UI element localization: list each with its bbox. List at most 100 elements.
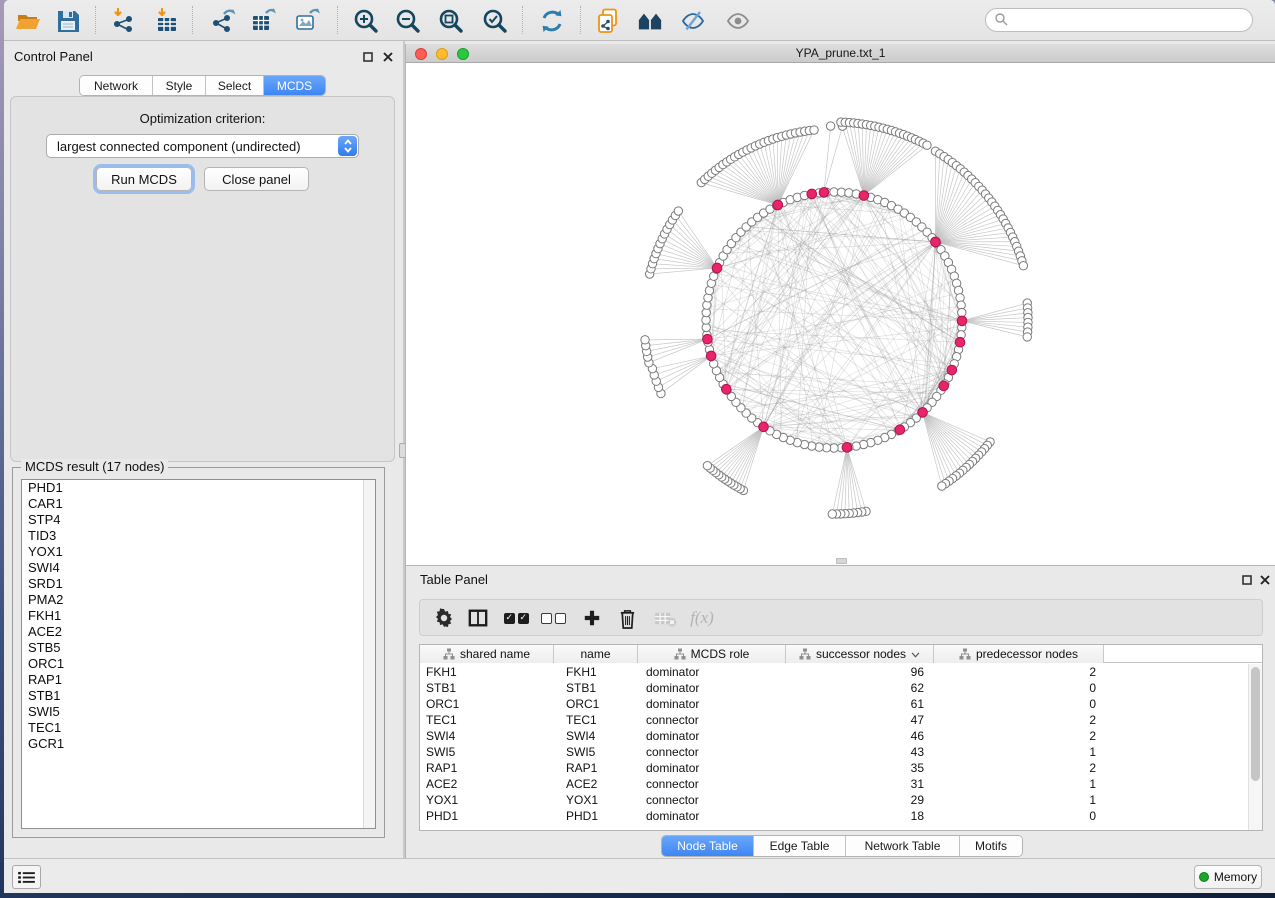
binoculars-icon[interactable] bbox=[635, 6, 665, 36]
open-session-icon[interactable] bbox=[13, 6, 43, 36]
mcds-result-item[interactable]: FKH1 bbox=[22, 608, 375, 624]
mcds-result-item[interactable]: YOX1 bbox=[22, 544, 375, 560]
table-toolbar: f(x) bbox=[419, 599, 1263, 636]
export-image-icon[interactable] bbox=[292, 6, 322, 36]
mcds-result-item[interactable]: PHD1 bbox=[22, 480, 375, 496]
mcds-result-item[interactable]: STB1 bbox=[22, 688, 375, 704]
tab-select[interactable]: Select bbox=[206, 76, 264, 95]
close-panel-button[interactable]: Close panel bbox=[204, 167, 309, 191]
zoom-in-icon[interactable] bbox=[351, 6, 381, 36]
tab-network[interactable]: Network bbox=[80, 76, 153, 95]
task-history-button[interactable] bbox=[12, 865, 41, 889]
search-input[interactable] bbox=[985, 8, 1253, 32]
table-row[interactable]: FKH1FKH1dominator962 bbox=[420, 664, 1248, 680]
optimization-criterion-select[interactable]: largest connected component (undirected) bbox=[46, 134, 359, 158]
show-details-icon[interactable] bbox=[723, 6, 753, 36]
export-table-icon[interactable] bbox=[248, 6, 278, 36]
window-close-icon[interactable] bbox=[415, 48, 427, 60]
table-scrollbar[interactable] bbox=[1248, 664, 1262, 830]
network-window-titlebar[interactable]: YPA_prune.txt_1 bbox=[406, 44, 1275, 63]
table-row[interactable]: ACE2ACE2connector311 bbox=[420, 776, 1248, 792]
close-panel-icon[interactable] bbox=[1258, 573, 1272, 587]
close-panel-icon[interactable] bbox=[381, 50, 395, 64]
mcds-list-scrollbar[interactable] bbox=[363, 480, 375, 828]
mcds-result-item[interactable]: STP4 bbox=[22, 512, 375, 528]
mcds-result-item[interactable]: ORC1 bbox=[22, 656, 375, 672]
mcds-result-item[interactable]: SWI4 bbox=[22, 560, 375, 576]
run-mcds-button[interactable]: Run MCDS bbox=[96, 167, 192, 191]
mcds-result-list[interactable]: PHD1 CAR1 STP4 TID3 YOX1 SWI4 SRD1 PMA2 … bbox=[21, 479, 376, 829]
toggle-column-view-icon[interactable] bbox=[464, 604, 492, 632]
tree-icon bbox=[799, 648, 811, 660]
export-network-icon[interactable] bbox=[208, 6, 238, 36]
zoom-fit-icon[interactable] bbox=[436, 6, 466, 36]
table-row[interactable]: SWI5SWI5connector431 bbox=[420, 744, 1248, 760]
network-window-title: YPA_prune.txt_1 bbox=[796, 46, 886, 60]
tab-mcds[interactable]: MCDS bbox=[264, 76, 325, 95]
mcds-result-item[interactable]: ACE2 bbox=[22, 624, 375, 640]
table-settings-icon[interactable] bbox=[430, 604, 458, 632]
window-zoom-icon[interactable] bbox=[457, 48, 469, 60]
table-row[interactable]: RAP1RAP1dominator352 bbox=[420, 760, 1248, 776]
mcds-result-item[interactable]: SWI5 bbox=[22, 704, 375, 720]
mcds-result-item[interactable]: TEC1 bbox=[22, 720, 375, 736]
tree-icon bbox=[443, 648, 455, 660]
table-header: shared name name MCDS role successor nod… bbox=[420, 645, 1262, 663]
toolbar-separator bbox=[522, 6, 523, 34]
mcds-result-legend: MCDS result (17 nodes) bbox=[21, 459, 168, 474]
select-all-icon[interactable] bbox=[502, 604, 530, 632]
table-row[interactable]: ORC1ORC1dominator610 bbox=[420, 696, 1248, 712]
toolbar-separator bbox=[337, 6, 338, 34]
deselect-all-icon[interactable] bbox=[539, 604, 567, 632]
mcds-result-item[interactable]: SRD1 bbox=[22, 576, 375, 592]
table-row[interactable]: STB1STB1dominator620 bbox=[420, 680, 1248, 696]
import-network-icon[interactable] bbox=[108, 6, 138, 36]
node-table: shared name name MCDS role successor nod… bbox=[419, 644, 1263, 831]
mcds-result-item[interactable]: STB5 bbox=[22, 640, 375, 656]
column-header-name[interactable]: name bbox=[554, 645, 638, 663]
toolbar-separator bbox=[580, 6, 581, 34]
table-row[interactable]: YOX1YOX1connector291 bbox=[420, 792, 1248, 808]
tab-edge-table[interactable]: Edge Table bbox=[754, 836, 846, 856]
memory-button[interactable]: Memory bbox=[1194, 865, 1262, 889]
column-header-successor-nodes[interactable]: successor nodes bbox=[786, 645, 934, 663]
table-row[interactable]: PHD1PHD1dominator180 bbox=[420, 808, 1248, 824]
toolbar-separator bbox=[192, 6, 193, 34]
save-session-icon[interactable] bbox=[53, 6, 83, 36]
mcds-result-item[interactable]: TID3 bbox=[22, 528, 375, 544]
float-panel-icon[interactable] bbox=[361, 50, 375, 64]
mcds-tab-content: Optimization criterion: largest connecte… bbox=[10, 96, 395, 462]
network-canvas[interactable] bbox=[406, 63, 1275, 565]
delete-table-icon bbox=[651, 604, 679, 632]
import-table-icon[interactable] bbox=[152, 6, 182, 36]
tab-network-table[interactable]: Network Table bbox=[846, 836, 960, 856]
refresh-icon[interactable] bbox=[537, 6, 567, 36]
network-window: YPA_prune.txt_1 bbox=[405, 44, 1275, 565]
table-row[interactable]: SWI4SWI4dominator462 bbox=[420, 728, 1248, 744]
float-panel-icon[interactable] bbox=[1240, 573, 1254, 587]
table-row[interactable]: TEC1TEC1connector472 bbox=[420, 712, 1248, 728]
delete-column-icon[interactable] bbox=[613, 604, 641, 632]
mcds-result-group: MCDS result (17 nodes) PHD1 CAR1 STP4 TI… bbox=[12, 467, 385, 838]
column-header-mcds-role[interactable]: MCDS role bbox=[638, 645, 786, 663]
mcds-result-item[interactable]: RAP1 bbox=[22, 672, 375, 688]
zoom-out-icon[interactable] bbox=[393, 6, 423, 36]
add-column-icon[interactable] bbox=[578, 604, 606, 632]
table-scrollbar-thumb[interactable] bbox=[1251, 667, 1260, 781]
clone-network-icon[interactable] bbox=[593, 6, 623, 36]
canvas-splitter-handle[interactable] bbox=[836, 558, 847, 564]
function-builder-icon: f(x) bbox=[688, 604, 716, 632]
column-header-predecessor-nodes[interactable]: predecessor nodes bbox=[934, 645, 1104, 663]
tab-node-table[interactable]: Node Table bbox=[662, 836, 754, 856]
mcds-result-item[interactable]: CAR1 bbox=[22, 496, 375, 512]
window-minimize-icon[interactable] bbox=[436, 48, 448, 60]
tab-style[interactable]: Style bbox=[153, 76, 206, 95]
network-graph bbox=[406, 63, 1275, 565]
tab-motifs[interactable]: Motifs bbox=[960, 836, 1022, 856]
tree-icon bbox=[674, 648, 686, 660]
mcds-result-item[interactable]: GCR1 bbox=[22, 736, 375, 752]
hide-details-icon[interactable] bbox=[678, 6, 708, 36]
mcds-result-item[interactable]: PMA2 bbox=[22, 592, 375, 608]
zoom-selected-icon[interactable] bbox=[480, 6, 510, 36]
column-header-shared-name[interactable]: shared name bbox=[420, 645, 554, 663]
